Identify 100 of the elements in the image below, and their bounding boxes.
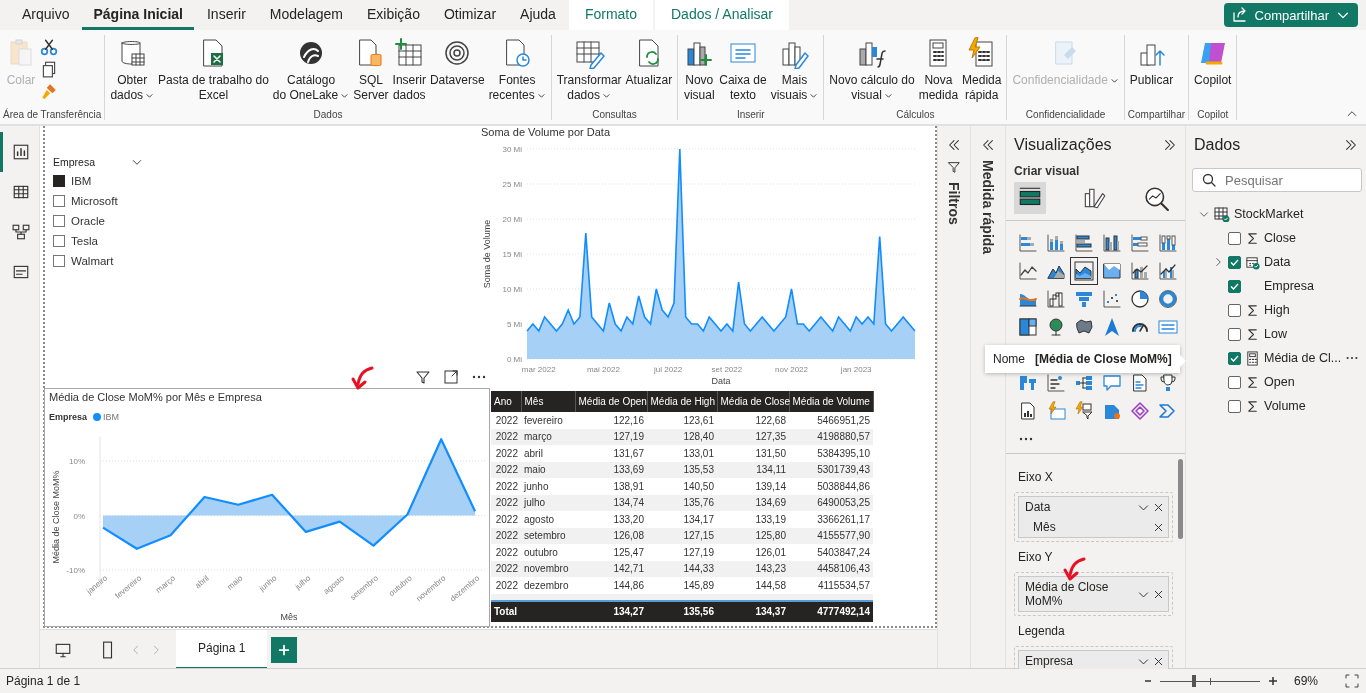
ribbon-button[interactable]: Dataverse xyxy=(427,35,487,90)
checkbox[interactable] xyxy=(53,175,65,187)
table-cell: 123,61 xyxy=(647,412,717,429)
column-header[interactable]: Média de Close xyxy=(717,391,789,412)
checkbox[interactable] xyxy=(1228,279,1241,293)
scatter-chart-icon xyxy=(1102,289,1122,309)
table-cell: 138,91 xyxy=(575,478,647,495)
slicer-item[interactable]: Walmart xyxy=(71,255,114,267)
expand-icon[interactable] xyxy=(947,138,961,152)
search-field[interactable]: Pesquisar xyxy=(1192,168,1362,192)
table-cell: 4458106,43 xyxy=(789,560,873,577)
checkbox[interactable] xyxy=(1228,399,1241,413)
ribbon-button[interactable]: Novo cálculo do visual xyxy=(827,35,917,105)
menu-tab[interactable]: Dados / Analisar xyxy=(655,0,789,30)
field-item[interactable]: Empresa xyxy=(1264,279,1315,293)
table-cell: maio xyxy=(521,461,575,478)
field-pill[interactable]: Mês xyxy=(1018,517,1169,538)
axis-title: Média de Close MoM% xyxy=(51,470,61,564)
field-pill[interactable]: Média de Close MoM% xyxy=(1018,576,1169,612)
checkbox[interactable] xyxy=(53,235,65,247)
checkbox[interactable] xyxy=(1228,327,1241,341)
add-page-button[interactable] xyxy=(271,636,298,663)
ribbon-button[interactable]: Inserir dados xyxy=(390,35,428,105)
checkbox[interactable] xyxy=(53,215,65,227)
scrollbar[interactable] xyxy=(1178,459,1183,539)
checkbox[interactable] xyxy=(1228,231,1241,245)
menu-tab[interactable]: Otimizar xyxy=(432,0,508,30)
ribbon-button[interactable]: Publicar xyxy=(1127,35,1176,90)
checkbox[interactable] xyxy=(1228,255,1241,269)
zoom-in-icon[interactable] xyxy=(1267,676,1278,686)
column-header[interactable]: Ano xyxy=(491,391,521,412)
menu-tab[interactable]: Arquivo xyxy=(11,0,81,30)
column-header[interactable]: Mês xyxy=(521,391,575,412)
ribbon-button[interactable]: Caixa de texto xyxy=(717,35,769,105)
ribbon-button[interactable]: Transformar dados xyxy=(554,35,624,105)
ribbon-button[interactable]: Fontes recentes xyxy=(486,35,548,105)
collapse-icon[interactable] xyxy=(1344,138,1358,152)
slicer-item[interactable]: Tesla xyxy=(71,235,98,247)
checkbox[interactable] xyxy=(1228,375,1241,389)
menu-tab[interactable]: Inserir xyxy=(195,0,257,30)
menu-tab[interactable]: Formato xyxy=(568,0,653,30)
table-cell: 144,86 xyxy=(575,577,647,594)
zoom-slider[interactable] xyxy=(1159,675,1260,687)
slicer-item[interactable]: IBM xyxy=(71,175,92,187)
ribbon-button[interactable]: Atualizar xyxy=(623,35,675,90)
menu-tab[interactable]: Modelagem xyxy=(258,0,354,30)
slicer-title: Empresa xyxy=(53,156,95,168)
slicer-item[interactable]: Oracle xyxy=(71,215,105,227)
field-item[interactable]: Data xyxy=(1264,255,1291,269)
ribbon-button[interactable]: Mais visuais xyxy=(768,35,821,105)
ribbon-button[interactable]: Nova medida xyxy=(916,35,961,105)
checkbox[interactable] xyxy=(53,195,65,207)
page-tab[interactable]: Página 1 xyxy=(176,629,268,670)
checkbox[interactable] xyxy=(1228,351,1241,365)
visual-type-button[interactable] xyxy=(1070,257,1098,285)
field-item[interactable]: Close xyxy=(1264,231,1296,245)
table-cell: 2022 xyxy=(491,527,521,544)
ribbon-small-button[interactable] xyxy=(39,37,59,57)
table-cell: 133,19 xyxy=(717,511,789,528)
axis-tick-label: 25 Mi xyxy=(502,180,522,189)
ribbon-button[interactable]: Catálogo do OneLake xyxy=(270,35,352,105)
ribbon-button[interactable]: SQL Server xyxy=(351,35,391,105)
field-pill[interactable]: Empresa xyxy=(1018,650,1169,669)
menu-tab[interactable]: Ajuda xyxy=(509,0,567,30)
column-header[interactable]: Média de Volume xyxy=(789,391,873,412)
zoom-out-icon[interactable] xyxy=(1143,677,1152,685)
focus-mode-icon[interactable] xyxy=(443,369,459,385)
field-item[interactable]: Volume xyxy=(1264,399,1306,413)
column-chart-icon xyxy=(1046,233,1066,253)
table-cell: 2022 xyxy=(491,544,521,561)
pane-title[interactable]: Filtros xyxy=(946,182,962,225)
field-item[interactable]: High xyxy=(1264,303,1290,317)
collapse-icon[interactable] xyxy=(1163,138,1177,152)
chart-title: Soma de Volume por Data xyxy=(481,126,611,138)
field-pill[interactable]: Data xyxy=(1018,496,1169,517)
group-label: Compartilhar xyxy=(1127,109,1186,120)
menu-tab[interactable]: Exibição xyxy=(356,0,431,30)
field-item[interactable]: Média de Cl... xyxy=(1264,351,1342,365)
filter-icon[interactable] xyxy=(415,369,431,385)
ribbon-button[interactable]: Copilot xyxy=(1192,35,1234,90)
ribbon-button[interactable]: Obter dados xyxy=(108,35,157,105)
field-item[interactable]: Low xyxy=(1264,327,1287,341)
bolt-filter-icon xyxy=(1074,401,1094,421)
checkbox[interactable] xyxy=(53,255,65,267)
column-header[interactable]: Média de Open xyxy=(575,391,647,412)
group-label: Copilot xyxy=(1196,109,1230,120)
ribbon-button[interactable]: Novo visual xyxy=(681,35,718,105)
ribbon-button[interactable]: Medida rápida xyxy=(960,35,1004,105)
field-item[interactable]: Open xyxy=(1264,375,1295,389)
checkbox[interactable] xyxy=(1228,303,1241,317)
treemap-icon xyxy=(1018,317,1038,337)
slider-thumb[interactable] xyxy=(1191,675,1196,687)
tree-item[interactable]: StockMarket xyxy=(1234,207,1304,221)
pane-title[interactable]: Medida rápida xyxy=(980,160,996,255)
slicer-item[interactable]: Microsoft xyxy=(71,195,118,207)
share-button[interactable]: Compartilhar xyxy=(1223,3,1358,27)
column-header[interactable]: Média de High xyxy=(647,391,717,412)
ribbon-button[interactable]: Pasta de trabalho do Excel xyxy=(156,35,271,105)
expand-icon[interactable] xyxy=(981,138,995,152)
mode-tab[interactable] xyxy=(1014,182,1046,214)
